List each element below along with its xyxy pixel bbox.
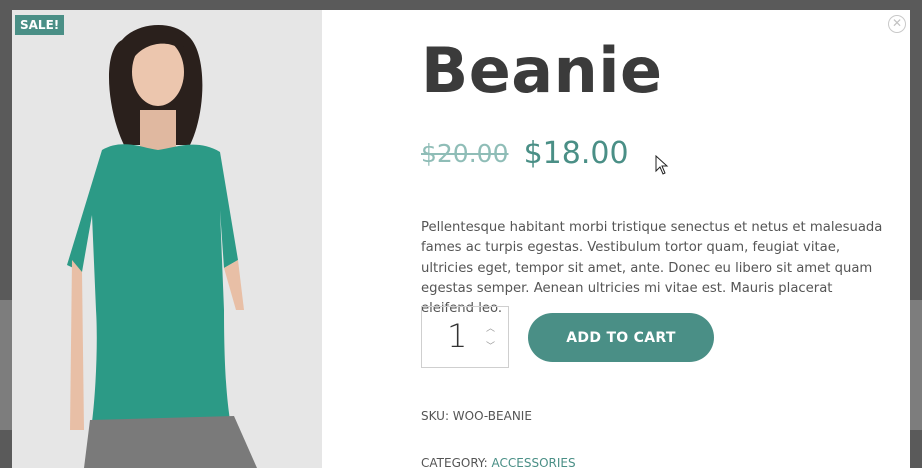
mouse-pointer-icon xyxy=(655,155,669,175)
product-title: Beanie xyxy=(421,34,663,107)
add-to-cart-button[interactable]: ADD TO CART xyxy=(528,313,714,362)
model-photo xyxy=(12,10,322,468)
quick-view-modal: SALE! ✕ Beanie $20.00 $18.00 Pellentesqu… xyxy=(12,10,910,468)
product-image: SALE! xyxy=(12,10,322,468)
product-sku: SKU: WOO-BEANIE xyxy=(421,409,532,423)
category-label: CATEGORY: xyxy=(421,456,488,468)
category-link[interactable]: ACCESSORIES xyxy=(492,456,576,468)
product-category: CATEGORY: ACCESSORIES xyxy=(421,456,576,468)
sale-price: $18.00 xyxy=(523,136,629,171)
close-icon[interactable]: ✕ xyxy=(888,15,906,33)
sale-badge: SALE! xyxy=(15,15,65,35)
product-description: Pellentesque habitant morbi tristique se… xyxy=(421,220,883,316)
quantity-value[interactable]: 1 xyxy=(447,317,467,355)
regular-price: $20.00 xyxy=(421,139,509,168)
quantity-stepper[interactable]: 1 ︿ ﹀ xyxy=(421,306,509,368)
chevron-up-icon[interactable]: ︿ xyxy=(486,321,495,334)
background-content-right xyxy=(910,300,922,430)
chevron-down-icon[interactable]: ﹀ xyxy=(486,339,495,352)
background-content-left xyxy=(0,300,12,430)
price-block: $20.00 $18.00 xyxy=(421,136,629,171)
